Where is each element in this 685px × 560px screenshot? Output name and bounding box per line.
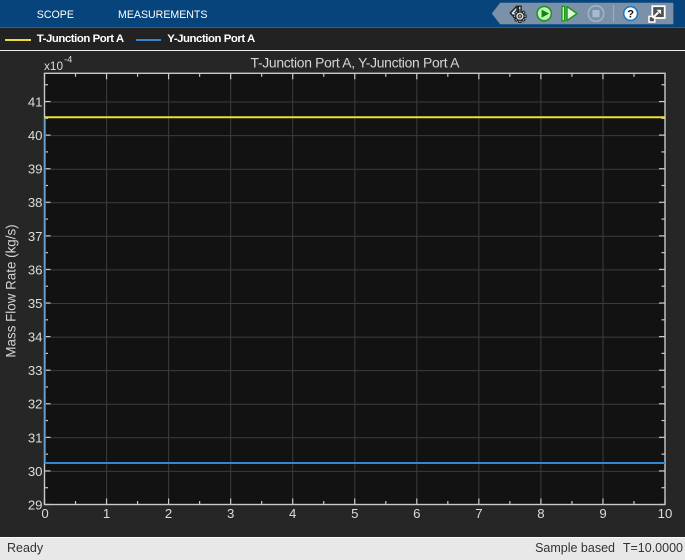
- svg-text:Mass Flow Rate (kg/s): Mass Flow Rate (kg/s): [4, 224, 19, 357]
- svg-text:29: 29: [28, 498, 43, 513]
- svg-text:31: 31: [28, 430, 43, 445]
- svg-text:7: 7: [475, 506, 482, 521]
- svg-text:4: 4: [289, 506, 296, 521]
- svg-text:8: 8: [537, 506, 544, 521]
- svg-text:?: ?: [627, 9, 634, 21]
- svg-text:32: 32: [28, 397, 43, 412]
- svg-text:41: 41: [28, 95, 43, 110]
- svg-text:34: 34: [28, 330, 43, 345]
- svg-text:1: 1: [103, 506, 110, 521]
- svg-text:39: 39: [28, 162, 43, 177]
- svg-text:35: 35: [28, 296, 43, 311]
- svg-text:9: 9: [599, 506, 606, 521]
- svg-text:2: 2: [165, 506, 172, 521]
- svg-text:T-Junction Port A, Y-Junction: T-Junction Port A, Y-Junction Port A: [251, 55, 461, 71]
- svg-text:40: 40: [28, 128, 43, 143]
- svg-text:x10: x10: [44, 59, 63, 73]
- svg-text:10: 10: [658, 506, 673, 521]
- svg-text:33: 33: [28, 363, 43, 378]
- svg-text:36: 36: [28, 262, 43, 277]
- svg-text:6: 6: [413, 506, 420, 521]
- svg-text:-4: -4: [64, 55, 72, 65]
- svg-text:38: 38: [28, 195, 43, 210]
- svg-text:5: 5: [351, 506, 358, 521]
- svg-text:3: 3: [227, 506, 234, 521]
- svg-text:37: 37: [28, 229, 43, 244]
- svg-text:30: 30: [28, 464, 43, 479]
